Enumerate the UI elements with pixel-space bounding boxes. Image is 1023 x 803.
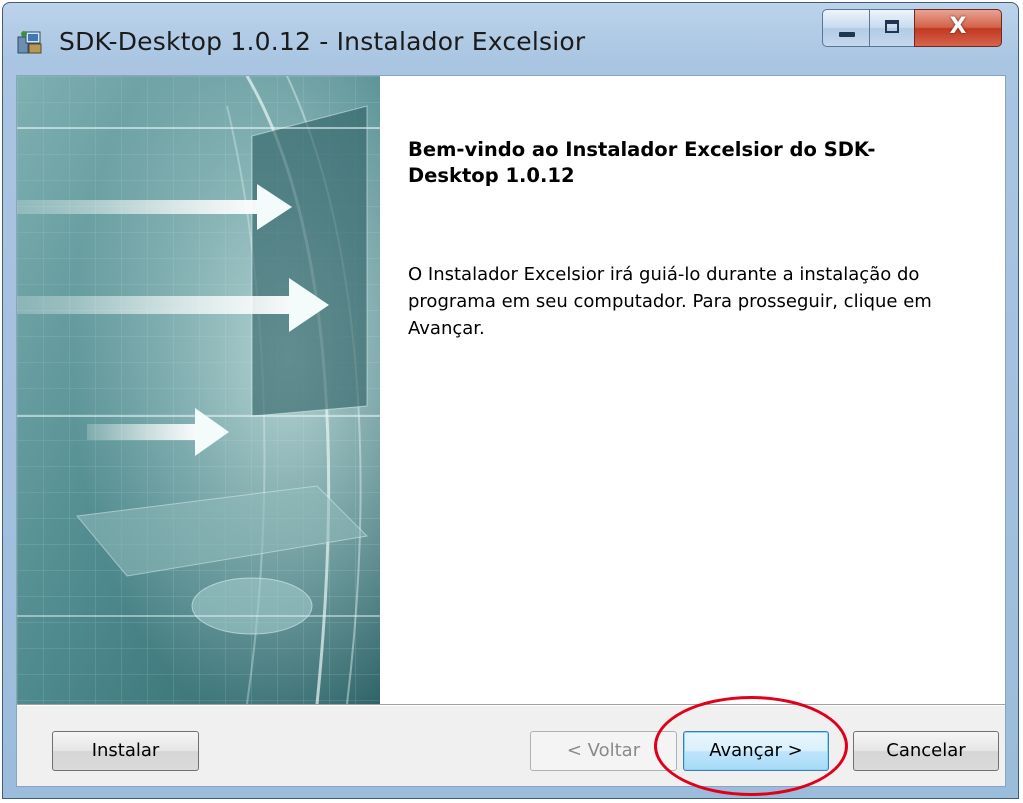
maximize-button[interactable] (869, 9, 915, 47)
wizard-banner-image (17, 76, 380, 704)
installer-app-icon (17, 31, 42, 54)
footer-separator (17, 704, 1005, 706)
minimize-button[interactable] (822, 9, 870, 47)
dialog-client-area: Bem-vindo ao Instalador Excelsior do SDK… (16, 75, 1006, 787)
welcome-title: Bem-vindo ao Instalador Excelsior do SDK… (408, 138, 876, 187)
next-button[interactable]: Avançar > (683, 731, 829, 771)
window-title: SDK-Desktop 1.0.12 - Instalador Excelsio… (59, 27, 586, 56)
close-button[interactable]: X (914, 9, 1002, 47)
cancel-button[interactable]: Cancelar (853, 731, 999, 771)
install-button[interactable]: Instalar (52, 731, 199, 771)
close-icon: X (949, 14, 967, 39)
installer-window: SDK-Desktop 1.0.12 - Instalador Excelsio… (2, 2, 1019, 799)
back-button[interactable]: < Voltar (530, 731, 677, 771)
welcome-description: O Instalador Excelsior irá guiá-lo duran… (408, 264, 932, 339)
welcome-panel: Bem-vindo ao Instalador Excelsior do SDK… (380, 76, 1005, 704)
maximize-icon (885, 20, 899, 33)
title-bar[interactable]: SDK-Desktop 1.0.12 - Instalador Excelsio… (3, 3, 1018, 73)
minimize-icon (839, 32, 855, 37)
